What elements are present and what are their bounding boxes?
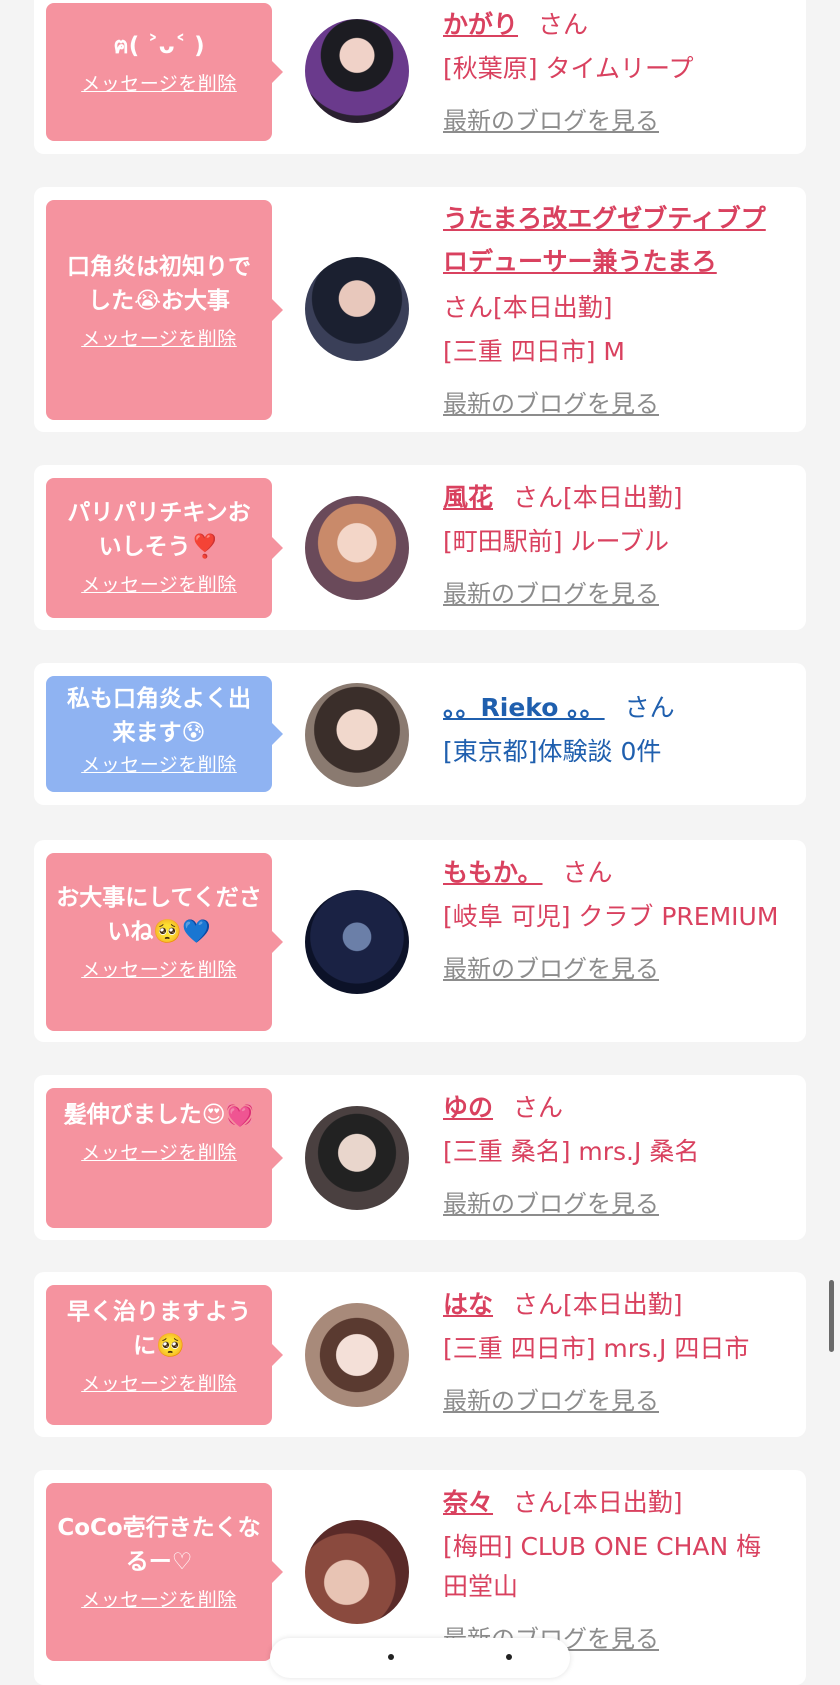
message-text: 口角炎は初知りでした😭お大事 bbox=[67, 254, 251, 314]
delete-message-link[interactable]: メッセージを削除 bbox=[81, 1369, 237, 1396]
latest-blog-link[interactable]: 最新のブログを見る bbox=[443, 101, 659, 136]
avatar[interactable] bbox=[305, 683, 409, 787]
sender-name-link[interactable]: 奈々 bbox=[443, 1488, 493, 1517]
message-text: CoCo壱行きたくなるー♡ bbox=[57, 1515, 261, 1575]
delete-message-link[interactable]: メッセージを削除 bbox=[81, 1138, 237, 1165]
honorific: さん bbox=[538, 10, 589, 39]
honorific: さん bbox=[513, 1488, 564, 1517]
message-text: 早く治りますように🥺 bbox=[67, 1299, 251, 1359]
sender-info: ももか。 さん [岐阜 可児] クラブ PREMIUM 最新のブログを見る bbox=[443, 852, 782, 984]
avatar[interactable] bbox=[305, 496, 409, 600]
delete-message-link[interactable]: メッセージを削除 bbox=[81, 570, 237, 597]
shift-status: [本日出勤] bbox=[563, 483, 683, 512]
delete-message-link[interactable]: メッセージを削除 bbox=[81, 69, 237, 96]
location: [町田駅前] ルーブル bbox=[443, 527, 669, 556]
avatar[interactable] bbox=[305, 257, 409, 361]
location: [秋葉原] タイムリープ bbox=[443, 54, 694, 83]
message-bubble: 口角炎は初知りでした😭お大事 メッセージを削除 bbox=[46, 200, 283, 420]
location: [三重 四日市] mrs.J 四日市 bbox=[443, 1334, 750, 1363]
sender-name-link[interactable]: うたまろ改エグゼブティブプロデューサー兼うたまろ bbox=[443, 204, 766, 276]
message-card: お大事にしてくださいね🥺💙 メッセージを削除 ももか。 さん [岐阜 可児] クラ… bbox=[34, 840, 806, 1042]
message-bubble: パリパリチキンおいしそう❣️ メッセージを削除 bbox=[46, 478, 283, 618]
sender-info: うたまろ改エグゼブティブプロデューサー兼うたまろ さん[本日出勤] [三重 四日… bbox=[443, 199, 782, 419]
sender-info: はな さん[本日出勤] [三重 四日市] mrs.J 四日市 最新のブログを見る bbox=[443, 1284, 782, 1416]
avatar[interactable] bbox=[305, 890, 409, 994]
honorific: さん bbox=[443, 293, 494, 322]
message-card: パリパリチキンおいしそう❣️ メッセージを削除 風花 さん[本日出勤] [町田駅前… bbox=[34, 465, 806, 630]
bar-dot-icon bbox=[388, 1654, 394, 1660]
avatar[interactable] bbox=[305, 19, 409, 123]
message-card: 早く治りますように🥺 メッセージを削除 はな さん[本日出勤] [三重 四日市] … bbox=[34, 1272, 806, 1437]
honorific: さん bbox=[513, 1290, 564, 1319]
latest-blog-link[interactable]: 最新のブログを見る bbox=[443, 574, 659, 609]
delete-message-link[interactable]: メッセージを削除 bbox=[81, 324, 237, 351]
shift-status: [本日出勤] bbox=[563, 1488, 683, 1517]
honorific: さん bbox=[624, 693, 675, 722]
message-bubble: 早く治りますように🥺 メッセージを削除 bbox=[46, 1285, 283, 1425]
latest-blog-link[interactable]: 最新のブログを見る bbox=[443, 1381, 659, 1416]
delete-message-link[interactable]: メッセージを削除 bbox=[81, 750, 237, 777]
message-bubble: 私も口角炎よく出来ます😰 メッセージを削除 bbox=[46, 676, 283, 792]
scrollbar[interactable] bbox=[829, 1280, 834, 1352]
sender-info: 風花 さん[本日出勤] [町田駅前] ルーブル 最新のブログを見る bbox=[443, 477, 782, 609]
bottom-floating-bar[interactable] bbox=[270, 1638, 570, 1678]
bar-dot-icon bbox=[506, 1654, 512, 1660]
location: [三重 四日市] M bbox=[443, 337, 625, 366]
shift-status: [本日出勤] bbox=[563, 1290, 683, 1319]
sender-name-link[interactable]: 。。Rieko 。。 bbox=[443, 693, 605, 722]
sender-name-link[interactable]: ももか。 bbox=[443, 858, 543, 887]
shift-status: [本日出勤] bbox=[493, 293, 613, 322]
location: [東京都]体験談 0件 bbox=[443, 737, 662, 766]
message-bubble: CoCo壱行きたくなるー♡ メッセージを削除 bbox=[46, 1483, 283, 1661]
location: [岐阜 可児] クラブ PREMIUM bbox=[443, 902, 779, 931]
honorific: さん bbox=[513, 1093, 564, 1122]
message-text: 髪伸びました😍💓 bbox=[63, 1102, 255, 1128]
message-card: ฅ( ˃ᴗ˂ ) メッセージを削除 かがり さん [秋葉原] タイムリープ 最新の… bbox=[34, 0, 806, 154]
message-card: 髪伸びました😍💓 メッセージを削除 ゆの さん [三重 桑名] mrs.J 桑名 … bbox=[34, 1075, 806, 1240]
delete-message-link[interactable]: メッセージを削除 bbox=[81, 955, 237, 982]
honorific: さん bbox=[562, 858, 613, 887]
sender-name-link[interactable]: ゆの bbox=[443, 1093, 493, 1122]
latest-blog-link[interactable]: 最新のブログを見る bbox=[443, 384, 659, 419]
sender-name-link[interactable]: かがり bbox=[443, 10, 518, 39]
sender-name-link[interactable]: 風花 bbox=[443, 483, 493, 512]
delete-message-link[interactable]: メッセージを削除 bbox=[81, 1585, 237, 1612]
location: [三重 桑名] mrs.J 桑名 bbox=[443, 1137, 700, 1166]
message-card: 口角炎は初知りでした😭お大事 メッセージを削除 うたまろ改エグゼブティブプロデュ… bbox=[34, 187, 806, 432]
avatar[interactable] bbox=[305, 1303, 409, 1407]
location: [梅田] CLUB ONE CHAN 梅田堂山 bbox=[443, 1532, 762, 1601]
message-text: パリパリチキンおいしそう❣️ bbox=[67, 500, 251, 560]
message-bubble: お大事にしてくださいね🥺💙 メッセージを削除 bbox=[46, 853, 283, 1031]
avatar[interactable] bbox=[305, 1520, 409, 1624]
latest-blog-link[interactable]: 最新のブログを見る bbox=[443, 1184, 659, 1219]
sender-info: ゆの さん [三重 桑名] mrs.J 桑名 最新のブログを見る bbox=[443, 1087, 782, 1219]
sender-name-link[interactable]: はな bbox=[443, 1290, 493, 1319]
sender-info: 奈々さん[本日出勤] [梅田] CLUB ONE CHAN 梅田堂山 最新のブロ… bbox=[443, 1482, 782, 1654]
message-text: お大事にしてくださいね🥺💙 bbox=[56, 885, 262, 945]
message-bubble: ฅ( ˃ᴗ˂ ) メッセージを削除 bbox=[46, 3, 283, 141]
message-card: 私も口角炎よく出来ます😰 メッセージを削除 。。Rieko 。。 さん [東京都]… bbox=[34, 663, 806, 805]
message-text: ฅ( ˃ᴗ˂ ) bbox=[113, 33, 205, 59]
honorific: さん bbox=[513, 483, 564, 512]
avatar[interactable] bbox=[305, 1106, 409, 1210]
sender-info: かがり さん [秋葉原] タイムリープ 最新のブログを見る bbox=[443, 4, 782, 136]
message-bubble: 髪伸びました😍💓 メッセージを削除 bbox=[46, 1088, 283, 1228]
latest-blog-link[interactable]: 最新のブログを見る bbox=[443, 949, 659, 984]
sender-info: 。。Rieko 。。 さん [東京都]体験談 0件 bbox=[443, 687, 782, 772]
message-text: 私も口角炎よく出来ます😰 bbox=[67, 686, 251, 746]
